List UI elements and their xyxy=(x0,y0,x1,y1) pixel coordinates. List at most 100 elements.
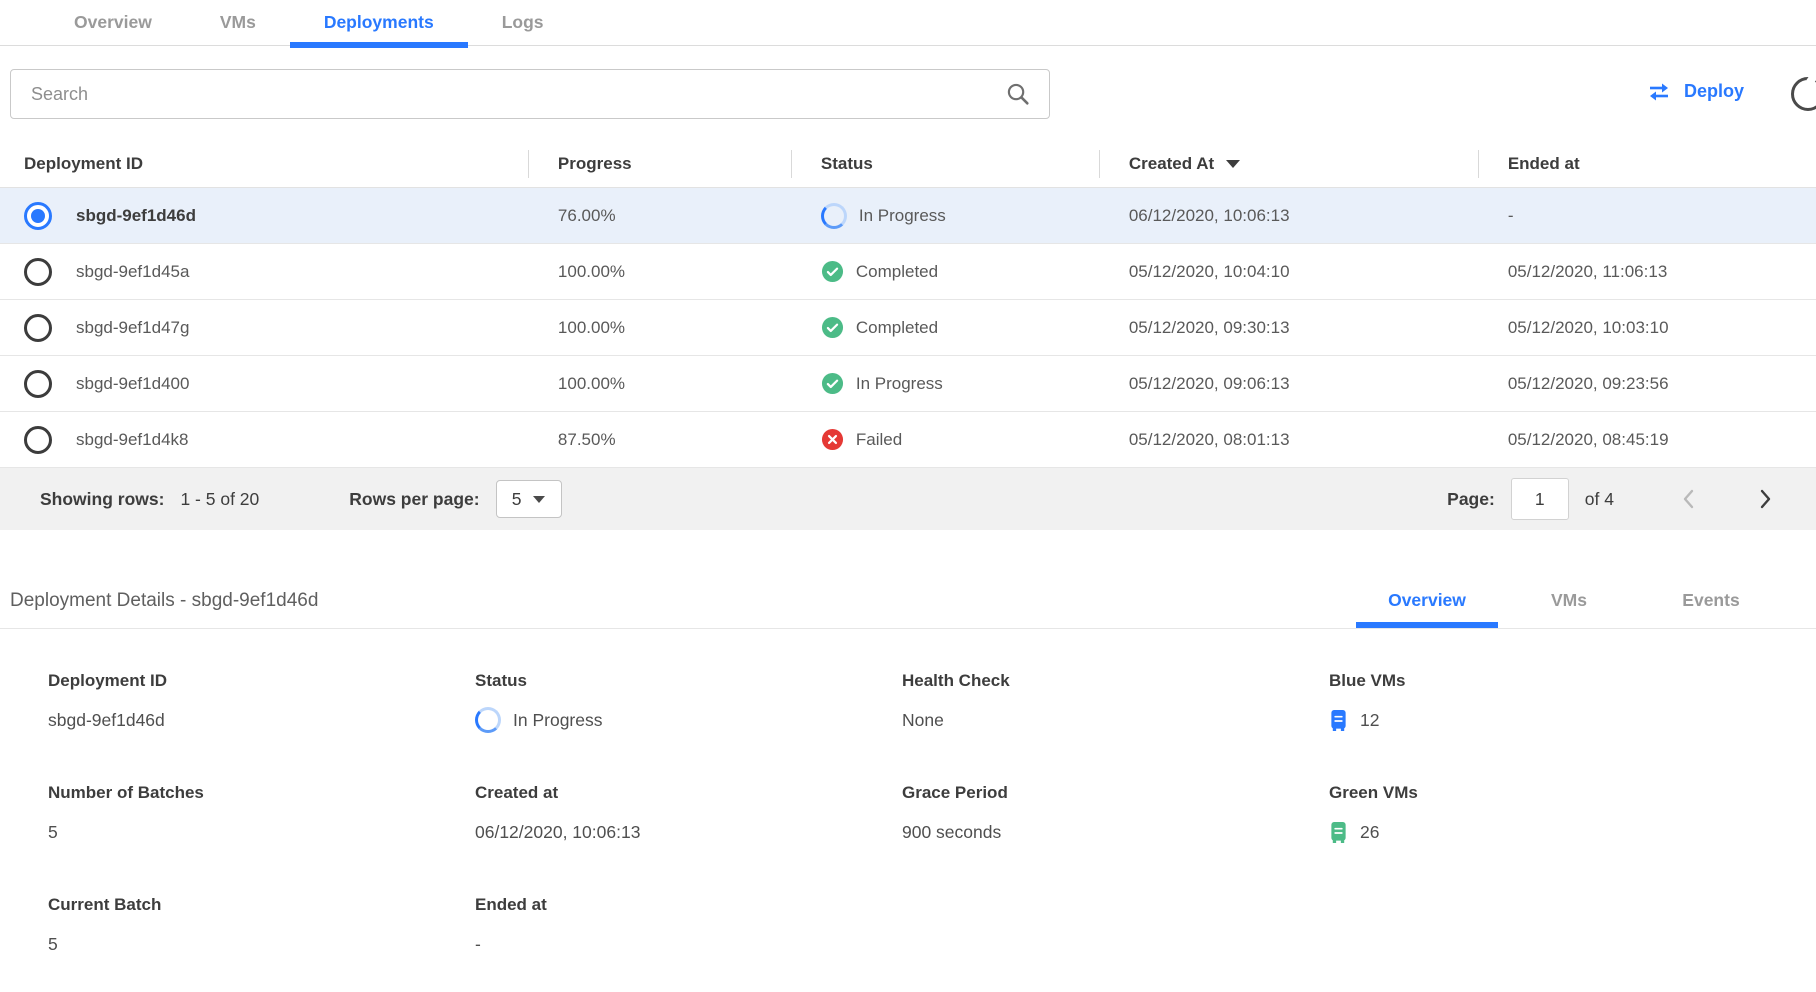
column-header-ended-at[interactable]: Ended at xyxy=(1478,141,1816,187)
status-cell: In Progress xyxy=(791,203,1099,229)
prev-page-button[interactable] xyxy=(1678,487,1698,511)
refresh-icon[interactable] xyxy=(1791,77,1816,111)
detail-label: Blue VMs xyxy=(1329,671,1816,691)
detail-value: 26 xyxy=(1329,819,1816,845)
detail-value: 06/12/2020, 10:06:13 xyxy=(475,819,902,845)
row-radio[interactable] xyxy=(24,426,52,454)
tab-label: VMs xyxy=(220,12,256,33)
table-row[interactable]: sbgd-9ef1d4k8 87.50% Failed 05/12/2020, 08:… xyxy=(0,412,1816,468)
tab-overview[interactable]: Overview xyxy=(40,0,186,45)
created-at-cell: 05/12/2020, 09:30:13 xyxy=(1099,318,1478,338)
detail-field: Deployment IDsbgd-9ef1d46d xyxy=(48,671,475,733)
rows-per-page-label: Rows per page: xyxy=(349,489,479,510)
detail-value: - xyxy=(475,931,902,957)
completed-check-icon xyxy=(821,260,844,283)
progress-cell: 76.00% xyxy=(528,206,791,226)
ended-at-cell: 05/12/2020, 09:23:56 xyxy=(1478,374,1816,394)
tab-vms[interactable]: VMs xyxy=(186,0,290,45)
page-input[interactable] xyxy=(1511,478,1569,520)
details-grid: Deployment IDsbgd-9ef1d46dStatusIn Progr… xyxy=(0,629,1816,957)
status-label: Completed xyxy=(856,318,938,338)
detail-value: 900 seconds xyxy=(902,819,1329,845)
column-header-created-at[interactable]: Created At xyxy=(1099,141,1478,187)
details-tab-overview[interactable]: Overview xyxy=(1356,590,1498,628)
detail-value: None xyxy=(902,707,1329,733)
created-at-cell: 05/12/2020, 08:01:13 xyxy=(1099,430,1478,450)
progress-cell: 100.00% xyxy=(528,374,791,394)
row-radio[interactable] xyxy=(24,314,52,342)
table-row[interactable]: sbgd-9ef1d45a100.00%Completed05/12/2020,… xyxy=(0,244,1816,300)
deployment-id: sbgd-9ef1d400 xyxy=(76,374,189,394)
status-cell: Completed xyxy=(791,316,1099,339)
detail-value: 5 xyxy=(48,819,475,845)
status-label: Failed xyxy=(856,430,902,450)
progress-cell: 87.50% xyxy=(528,430,791,450)
details-tab-vms[interactable]: VMs xyxy=(1498,590,1640,628)
details-tab-events[interactable]: Events xyxy=(1640,590,1782,628)
rows-per-page-value: 5 xyxy=(512,489,522,510)
status-cell: Completed xyxy=(791,260,1099,283)
row-radio[interactable] xyxy=(24,370,52,398)
created-at-cell: 05/12/2020, 10:04:10 xyxy=(1099,262,1478,282)
column-header-progress[interactable]: Progress xyxy=(528,141,791,187)
details-tabs: Overview VMs Events xyxy=(1356,590,1782,628)
chevron-right-icon xyxy=(1760,489,1772,509)
status-label: In Progress xyxy=(859,206,946,226)
detail-value: 12 xyxy=(1329,707,1816,733)
detail-value: sbgd-9ef1d46d xyxy=(48,707,475,733)
toolbar: Deploy xyxy=(0,63,1816,129)
in-progress-spinner-icon xyxy=(475,707,501,733)
detail-field: StatusIn Progress xyxy=(475,671,902,733)
status-label: In Progress xyxy=(856,374,943,394)
status-cell: In Progress xyxy=(791,372,1099,395)
tab-label: Deployments xyxy=(324,12,434,33)
table-row[interactable]: sbgd-9ef1d47g100.00%Completed05/12/2020,… xyxy=(0,300,1816,356)
deploy-button[interactable]: Deploy xyxy=(1644,77,1746,106)
rows-per-page-select[interactable]: 5 xyxy=(496,480,562,518)
detail-field: Created at06/12/2020, 10:06:13 xyxy=(475,783,902,845)
detail-field: Grace Period 900 seconds xyxy=(902,783,1329,845)
table-body: sbgd-9ef1d46d76.00%In Progress06/12/2020… xyxy=(0,188,1816,468)
row-radio[interactable] xyxy=(24,202,52,230)
detail-label: Ended at xyxy=(475,895,902,915)
deployments-page: Overview VMs Deployments Logs Deploy Deploy… xyxy=(0,0,1816,957)
search-input[interactable] xyxy=(11,84,1005,105)
tab-label: Overview xyxy=(74,12,152,33)
detail-label: Current Batch xyxy=(48,895,475,915)
select-caret-icon xyxy=(533,496,545,503)
search-box[interactable] xyxy=(10,69,1050,119)
next-page-button[interactable] xyxy=(1756,487,1776,511)
table-row[interactable]: sbgd-9ef1d46d76.00%In Progress06/12/2020… xyxy=(0,188,1816,244)
sort-desc-icon xyxy=(1226,160,1240,168)
table-row[interactable]: sbgd-9ef1d400 100.00% In Progress 05/12/202… xyxy=(0,356,1816,412)
search-icon xyxy=(1005,81,1031,107)
detail-label: Health Check xyxy=(902,671,1329,691)
tab-label: Overview xyxy=(1388,590,1466,610)
column-header-status[interactable]: Status xyxy=(791,141,1099,187)
ended-at-cell: 05/12/2020, 11:06:13 xyxy=(1478,262,1816,282)
detail-field: Blue VMs 12 xyxy=(1329,671,1816,733)
ended-at-cell: 05/12/2020, 10:03:10 xyxy=(1478,318,1816,338)
completed-check-icon xyxy=(821,372,844,395)
showing-rows-label: Showing rows: xyxy=(40,489,164,510)
completed-check-icon xyxy=(821,316,844,339)
detail-label: Status xyxy=(475,671,902,691)
detail-label: Grace Period xyxy=(902,783,1329,803)
failed-x-icon xyxy=(821,428,844,451)
deployment-id: sbgd-9ef1d4k8 xyxy=(76,430,188,450)
detail-field: Number of Batches 5 xyxy=(48,783,475,845)
status-cell: Failed xyxy=(791,428,1099,451)
progress-cell: 100.00% xyxy=(528,262,791,282)
deployment-details: Deployment Details - sbgd-9ef1d46d Overv… xyxy=(0,590,1816,957)
row-radio[interactable] xyxy=(24,258,52,286)
created-at-cell: 06/12/2020, 10:06:13 xyxy=(1099,206,1478,226)
column-header-deployment-id[interactable]: Deployment ID xyxy=(0,141,528,187)
detail-label: Number of Batches xyxy=(48,783,475,803)
tab-deployments[interactable]: Deployments xyxy=(290,0,468,45)
green-vm-icon xyxy=(1329,821,1348,844)
blue-vm-icon xyxy=(1329,709,1348,732)
tab-logs[interactable]: Logs xyxy=(468,0,578,45)
deployment-id: sbgd-9ef1d45a xyxy=(76,262,189,282)
main-tabs: Overview VMs Deployments Logs xyxy=(0,0,1816,46)
tab-label: Events xyxy=(1682,590,1739,610)
